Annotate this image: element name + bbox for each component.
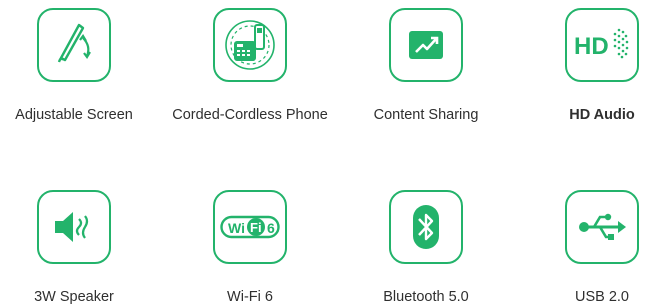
wifi-icon-text-wi: Wi (228, 220, 245, 236)
bluetooth-icon (389, 190, 463, 264)
corded-cordless-phone-icon (213, 8, 287, 82)
feature-label: 3W Speaker (34, 289, 114, 305)
content-sharing-icon (389, 8, 463, 82)
wifi-icon-text-fi: Fi (250, 220, 262, 235)
usb-icon (565, 190, 639, 264)
feature-grid: Adjustable Screen Corded-Cordless Phone (0, 0, 666, 305)
feature-usb: USB 2.0 (522, 190, 666, 305)
feature-label: Wi-Fi 6 (227, 289, 273, 305)
feature-label: Bluetooth 5.0 (383, 289, 469, 305)
speaker-icon (37, 190, 111, 264)
feature-label: HD Audio (569, 107, 635, 123)
feature-corded-cordless-phone: Corded-Cordless Phone (170, 8, 330, 148)
feature-label: USB 2.0 (575, 289, 629, 305)
hd-icon-text: HD (574, 33, 609, 60)
feature-content-sharing: Content Sharing (346, 8, 506, 148)
feature-adjustable-screen: Adjustable Screen (0, 8, 154, 148)
feature-3w-speaker: 3W Speaker (0, 190, 154, 305)
adjustable-screen-icon (37, 8, 111, 82)
hd-audio-icon: HD (565, 8, 639, 82)
feature-label: Content Sharing (373, 107, 479, 123)
wifi-6-icon: Wi Fi 6 (213, 190, 287, 264)
feature-wifi-6: Wi Fi 6 Wi-Fi 6 (170, 190, 330, 305)
feature-bluetooth: Bluetooth 5.0 (346, 190, 506, 305)
feature-hd-audio: HD HD Audio (522, 8, 666, 148)
feature-label: Corded-Cordless Phone (172, 107, 328, 123)
wifi-icon-text-6: 6 (267, 220, 275, 236)
feature-label: Adjustable Screen (15, 107, 133, 123)
